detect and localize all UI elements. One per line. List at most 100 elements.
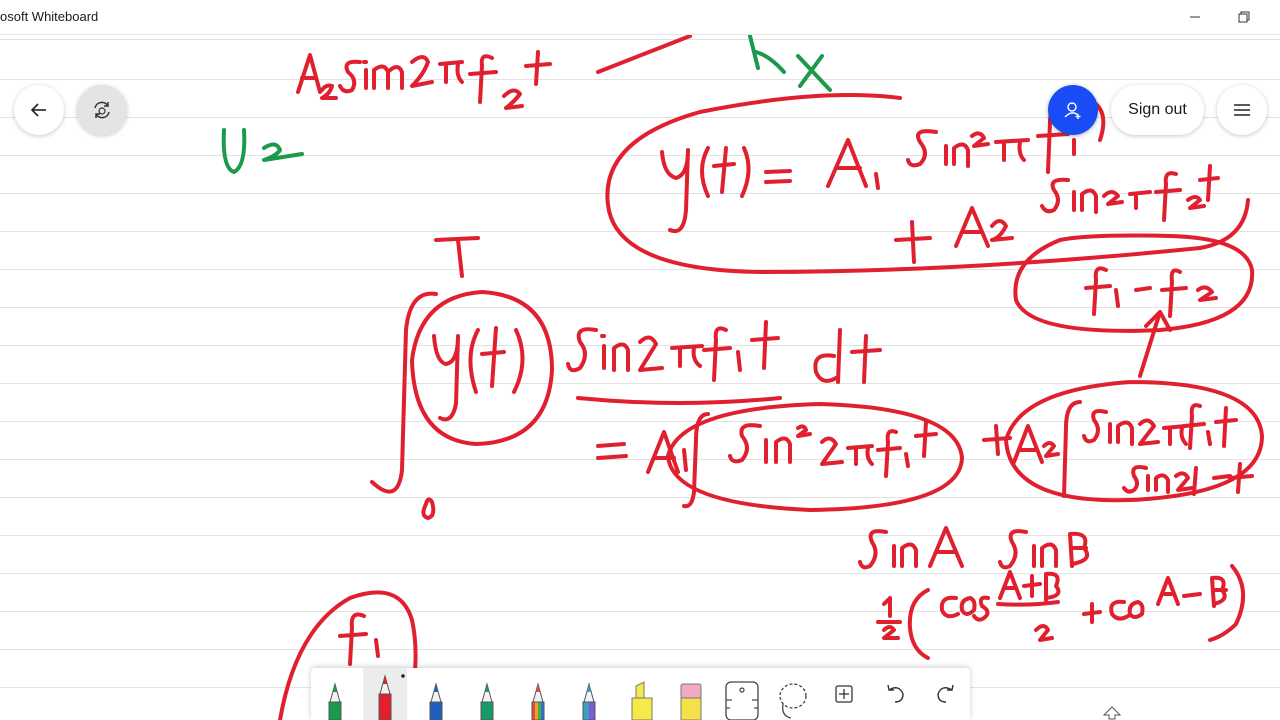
ink-stroke bbox=[796, 54, 832, 92]
blue-pen-icon bbox=[429, 682, 443, 720]
ruler-icon bbox=[725, 681, 759, 720]
invite-button[interactable] bbox=[1048, 85, 1098, 135]
ink-stroke bbox=[954, 206, 1014, 248]
back-arrow-icon bbox=[30, 103, 46, 117]
ink-stroke bbox=[850, 334, 882, 384]
ink-stroke bbox=[764, 169, 792, 184]
ink-stroke bbox=[296, 53, 322, 94]
ruler-tool[interactable] bbox=[720, 668, 764, 720]
galaxy-pen-icon bbox=[582, 682, 596, 720]
ink-stroke bbox=[1138, 418, 1188, 446]
ink-stroke bbox=[858, 529, 918, 570]
pen-galaxy-tool[interactable] bbox=[567, 668, 611, 720]
ink-stroke bbox=[338, 59, 362, 94]
ink-stroke bbox=[432, 334, 460, 422]
hamburger-menu-icon bbox=[1234, 104, 1250, 116]
ink-stroke bbox=[1122, 462, 1254, 496]
menu-button[interactable] bbox=[1217, 85, 1267, 135]
window-title: osoft Whiteboard bbox=[0, 9, 99, 24]
ink-stroke bbox=[362, 60, 368, 90]
back-button[interactable] bbox=[14, 85, 64, 135]
ink-stroke bbox=[876, 596, 902, 640]
add-button[interactable] bbox=[822, 668, 866, 720]
ink-stroke bbox=[998, 570, 1061, 602]
ink-stroke bbox=[262, 142, 304, 162]
ink-stroke bbox=[1084, 266, 1120, 316]
rainbow-pen-icon bbox=[531, 682, 545, 720]
ink-stroke bbox=[596, 34, 692, 74]
ink-stroke bbox=[1109, 599, 1145, 621]
ink-stroke bbox=[876, 420, 938, 478]
ink-stroke bbox=[939, 595, 990, 622]
ink-stroke bbox=[566, 327, 630, 373]
ink-stroke bbox=[468, 326, 525, 394]
ink-stroke bbox=[996, 600, 1060, 607]
ink-stroke bbox=[748, 34, 786, 74]
ink-stroke bbox=[666, 402, 964, 512]
ink-stroke bbox=[1210, 575, 1228, 608]
ink-stroke bbox=[928, 526, 964, 568]
ink-stroke bbox=[728, 423, 812, 464]
pen-rainbow-tool[interactable] bbox=[516, 668, 560, 720]
eraser-icon bbox=[680, 683, 702, 720]
highlighter-icon bbox=[631, 681, 653, 720]
ink-stroke bbox=[894, 220, 932, 264]
plus-square-icon bbox=[835, 685, 853, 703]
ink-stroke bbox=[906, 129, 970, 168]
ink-stroke bbox=[700, 146, 751, 198]
pen-green-tool[interactable] bbox=[313, 668, 357, 720]
ink-stroke bbox=[1160, 268, 1218, 318]
undo-button[interactable] bbox=[873, 668, 917, 720]
ink-stroke bbox=[670, 344, 704, 368]
restore-button[interactable] bbox=[1221, 0, 1267, 34]
ink-stroke bbox=[1138, 310, 1172, 378]
title-bar: osoft Whiteboard bbox=[0, 0, 1280, 35]
ink-stroke bbox=[370, 291, 438, 494]
ink-stroke bbox=[468, 54, 498, 104]
sync-button[interactable] bbox=[77, 85, 127, 135]
minimize-icon bbox=[1190, 16, 1200, 18]
ink-stroke bbox=[524, 50, 552, 86]
cursor-icon bbox=[1102, 706, 1122, 720]
ink-stroke bbox=[576, 396, 782, 405]
pen-teal-tool[interactable] bbox=[465, 668, 509, 720]
ink-stroke bbox=[1082, 602, 1102, 624]
ink-stroke bbox=[410, 290, 554, 446]
lasso-tool[interactable] bbox=[771, 668, 815, 720]
eraser-tool[interactable] bbox=[669, 668, 713, 720]
redo-icon bbox=[937, 684, 954, 703]
ink-stroke bbox=[826, 138, 880, 190]
ink-stroke bbox=[1068, 531, 1089, 568]
ink-toolbar bbox=[311, 668, 970, 720]
ink-stroke bbox=[1034, 624, 1054, 642]
teal-pen-icon bbox=[480, 682, 494, 720]
ink-stroke bbox=[320, 83, 338, 100]
restore-icon bbox=[1238, 11, 1250, 23]
green-pen-icon bbox=[328, 682, 342, 720]
redo-button[interactable] bbox=[924, 668, 968, 720]
ink-stroke bbox=[1102, 190, 1152, 210]
ink-stroke bbox=[438, 60, 464, 84]
ink-stroke bbox=[372, 64, 404, 90]
red-pen-icon bbox=[378, 674, 405, 720]
ink-stroke bbox=[1182, 403, 1238, 450]
ink-stroke bbox=[1062, 400, 1082, 498]
ink-stroke bbox=[221, 128, 247, 174]
ink-stroke bbox=[1156, 576, 1202, 606]
ink-stroke bbox=[1013, 233, 1255, 333]
highlighter-tool[interactable] bbox=[618, 668, 662, 720]
ink-stroke bbox=[970, 131, 990, 148]
ink-stroke bbox=[1154, 164, 1220, 222]
ink-stroke bbox=[1134, 286, 1152, 292]
ink-stroke bbox=[502, 88, 524, 110]
ink-stroke bbox=[1040, 177, 1098, 214]
lasso-icon bbox=[779, 683, 807, 719]
pen-red-tool[interactable] bbox=[363, 668, 407, 720]
minimize-button[interactable] bbox=[1172, 0, 1218, 34]
undo-icon bbox=[887, 684, 904, 703]
sign-out-button[interactable]: Sign out bbox=[1111, 85, 1204, 135]
ink-stroke bbox=[338, 612, 380, 666]
ink-stroke bbox=[1082, 409, 1134, 446]
ink-stroke bbox=[907, 588, 930, 660]
pen-blue-tool[interactable] bbox=[414, 668, 458, 720]
